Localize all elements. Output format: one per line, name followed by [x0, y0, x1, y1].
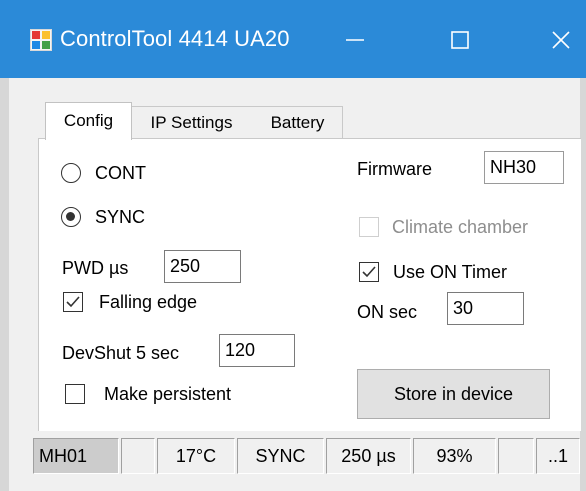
close-button[interactable] [536, 18, 586, 62]
status-pwd: 250 µs [326, 438, 411, 474]
firmware-field: NH30 [484, 151, 564, 184]
radio-selected-dot [66, 212, 75, 221]
status-temperature: 17°C [157, 438, 235, 474]
falling-edge-checkbox[interactable] [63, 292, 83, 312]
cont-radio[interactable] [61, 163, 81, 183]
window-title: ControlTool 4414 UA20 [60, 26, 290, 51]
cont-radio-label[interactable]: CONT [95, 162, 146, 184]
climate-chamber-checkbox[interactable] [359, 217, 379, 237]
on-sec-label: ON sec [357, 302, 418, 322]
sync-radio-label[interactable]: SYNC [95, 206, 145, 228]
checkmark-icon [66, 296, 80, 308]
sync-radio[interactable] [61, 207, 81, 227]
devshut-input[interactable]: 120 [219, 334, 295, 367]
status-mode: SYNC [237, 438, 324, 474]
maximize-icon [451, 31, 469, 49]
make-persistent-checkbox[interactable] [65, 384, 85, 404]
title-bar[interactable]: ControlTool 4414 UA20 [0, 0, 586, 78]
tab-battery[interactable]: Battery [253, 106, 343, 140]
app-icon [30, 29, 52, 51]
tab-ip-settings[interactable]: IP Settings [130, 106, 254, 140]
devshut-label: DevShut 5 sec [62, 343, 180, 363]
pwd-input[interactable]: 250 [164, 250, 241, 283]
checkmark-icon [362, 266, 376, 278]
close-icon [552, 31, 570, 49]
status-battery: 93% [413, 438, 496, 474]
pwd-label: PWD µs [62, 258, 129, 278]
maximize-button[interactable] [435, 18, 485, 62]
status-empty-1 [121, 438, 155, 474]
use-on-timer-label[interactable]: Use ON Timer [393, 261, 507, 283]
make-persistent-label[interactable]: Make persistent [104, 383, 231, 405]
tab-config[interactable]: Config [45, 102, 132, 140]
status-bar: MH01 17°C SYNC 250 µs 93% ..1 [30, 438, 580, 476]
minimize-icon [346, 39, 364, 41]
status-page: ..1 [536, 438, 580, 474]
status-device: MH01 [33, 438, 119, 474]
on-sec-input[interactable]: 30 [447, 292, 524, 325]
store-in-device-button[interactable]: Store in device [357, 369, 550, 419]
climate-chamber-label[interactable]: Climate chamber [392, 216, 528, 238]
use-on-timer-checkbox[interactable] [359, 262, 379, 282]
firmware-label: Firmware [357, 159, 432, 179]
falling-edge-label[interactable]: Falling edge [99, 291, 197, 313]
window-left-border [0, 78, 9, 491]
minimize-button[interactable] [330, 18, 380, 62]
status-empty-2 [498, 438, 534, 474]
